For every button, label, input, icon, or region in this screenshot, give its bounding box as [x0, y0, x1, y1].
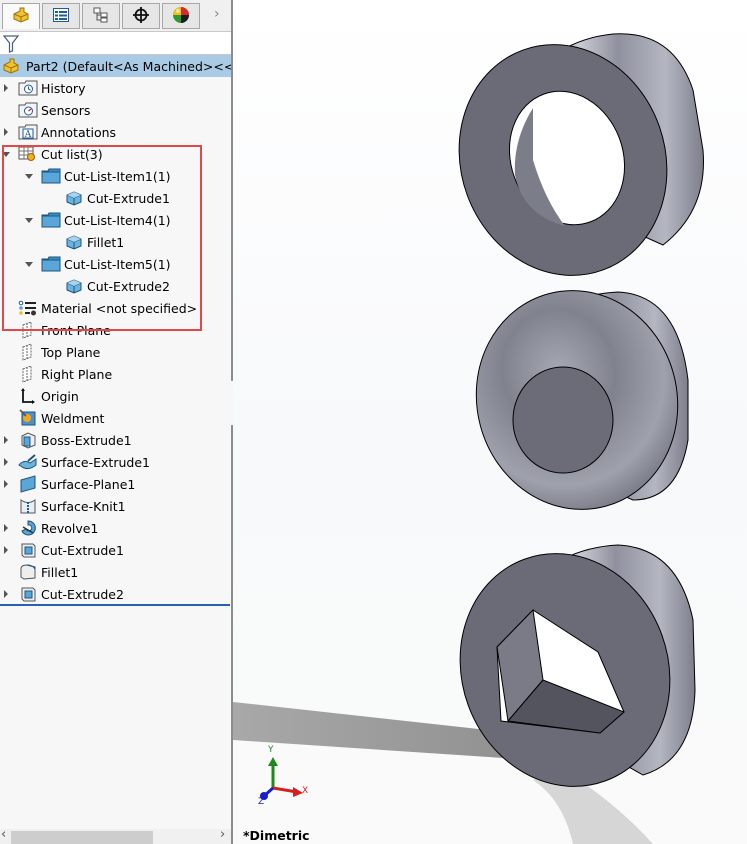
tree-item[interactable]: Top Plane	[18, 341, 100, 363]
filter-bar[interactable]	[0, 31, 231, 55]
tree-item-label: Fillet1	[41, 564, 79, 580]
expand-arrow-icon[interactable]	[1, 127, 11, 137]
tree-item-label: Sensors	[41, 102, 91, 118]
tree-item[interactable]: Boss-Extrude1	[18, 429, 132, 451]
configurationmanager-tab[interactable]	[82, 3, 120, 29]
horizontal-scrollbar[interactable]: ‹ ›	[0, 827, 231, 844]
plane-icon	[18, 343, 38, 361]
surface-plane-icon	[18, 475, 38, 493]
cut-list-highlight-box	[2, 145, 202, 331]
surface-extrude-icon	[18, 453, 38, 471]
tree-item-label: Surface-Plane1	[41, 476, 136, 492]
plane-icon	[18, 365, 38, 383]
tree-item[interactable]: Fillet1	[18, 561, 78, 583]
fillet-icon	[18, 563, 38, 581]
crosshair-icon	[132, 6, 150, 27]
expand-arrow-icon[interactable]	[1, 545, 11, 555]
filleted-cap-body	[475, 290, 689, 510]
washer-body	[458, 33, 704, 276]
propertymanager-tab[interactable]	[42, 3, 80, 29]
boss-extrude-icon	[18, 431, 38, 449]
expand-arrow-icon[interactable]	[1, 435, 11, 445]
scroll-right-arrow[interactable]: ›	[220, 827, 225, 842]
expand-arrow-icon[interactable]	[1, 589, 11, 599]
scrollbar-thumb[interactable]	[11, 831, 153, 844]
scroll-left-arrow[interactable]: ‹	[1, 827, 6, 842]
expand-arrow-icon[interactable]	[1, 523, 11, 533]
property-list-icon	[52, 7, 70, 26]
displaymanager-tab[interactable]	[162, 3, 200, 29]
tree-item-label: History	[41, 80, 86, 96]
tree-item[interactable]: Revolve1	[18, 517, 98, 539]
hex-socket-body	[459, 544, 696, 787]
manager-tab-bar: ›	[0, 0, 231, 31]
history-folder-icon	[18, 79, 38, 97]
dimxpertmanager-tab[interactable]	[122, 3, 160, 29]
rollback-bar[interactable]	[0, 604, 230, 606]
tree-item-label: Revolve1	[41, 520, 99, 536]
tree-item[interactable]: Origin	[18, 385, 79, 407]
graphics-viewport[interactable]: Y X Z *Dimetric	[233, 0, 747, 844]
tree-item-label: Top Plane	[41, 344, 101, 360]
tree-item[interactable]: Surface-Extrude1	[18, 451, 150, 473]
part-icon	[2, 57, 20, 75]
view-orientation-label: *Dimetric	[243, 828, 310, 843]
tree-item[interactable]: Surface-Plane1	[18, 473, 135, 495]
sensors-folder-icon	[18, 101, 38, 119]
origin-icon	[18, 387, 38, 405]
svg-text:A: A	[24, 130, 32, 140]
tree-item-label: Annotations	[41, 124, 117, 140]
tree-item-label: Weldment	[41, 410, 105, 426]
cut-extrude-icon	[18, 585, 38, 603]
annotations-folder-icon: A	[18, 123, 38, 141]
tree-item-label: Origin	[41, 388, 79, 404]
expand-arrow-icon[interactable]	[1, 479, 11, 489]
tree-item[interactable]: Surface-Knit1	[18, 495, 126, 517]
tree-item[interactable]: History	[18, 77, 85, 99]
weldment-icon	[18, 409, 38, 427]
triad-z-label: Z	[258, 797, 265, 807]
tree-item[interactable]: Sensors	[18, 99, 90, 121]
tree-item[interactable]: Cut-Extrude1	[18, 539, 124, 561]
tree-root-label: Part2 (Default<As Machined><<Default>_Di…	[26, 58, 231, 74]
tree-item-label: Boss-Extrude1	[41, 432, 132, 448]
revolve-icon	[18, 519, 38, 537]
part-icon	[12, 7, 30, 26]
tree-item[interactable]: A Annotations	[18, 121, 116, 143]
coordinate-triad	[260, 757, 303, 800]
featuremanager-tab[interactable]	[2, 3, 40, 29]
tree-item-label: Surface-Extrude1	[41, 454, 150, 470]
surface-knit-icon	[18, 497, 38, 515]
tree-item[interactable]: Right Plane	[18, 363, 112, 385]
tree-item-label: Cut-Extrude1	[41, 542, 124, 558]
cut-extrude-icon	[18, 541, 38, 559]
expand-arrow-icon[interactable]	[1, 83, 11, 93]
triad-y-label: Y	[268, 745, 274, 755]
tree-item[interactable]: Cut-Extrude2	[18, 583, 124, 605]
triad-x-label: X	[302, 786, 309, 796]
filter-icon[interactable]	[2, 35, 20, 56]
tree-item[interactable]: Weldment	[18, 407, 104, 429]
more-tabs-chevron-icon[interactable]: ›	[214, 6, 220, 22]
appearance-sphere-icon	[172, 6, 190, 27]
expand-arrow-icon[interactable]	[1, 457, 11, 467]
triad-y-arrowhead	[268, 757, 278, 766]
tree-item-label: Cut-Extrude2	[41, 586, 124, 602]
tree-root-part2[interactable]: Part2 (Default<As Machined><<Default>_Di…	[0, 55, 231, 77]
configuration-tree-icon	[92, 7, 110, 26]
tree-item-label: Right Plane	[41, 366, 113, 382]
tree-item-label: Surface-Knit1	[41, 498, 126, 514]
featuremanager-pane: › Part2 (Default<As Machined><<Default>_…	[0, 0, 231, 844]
